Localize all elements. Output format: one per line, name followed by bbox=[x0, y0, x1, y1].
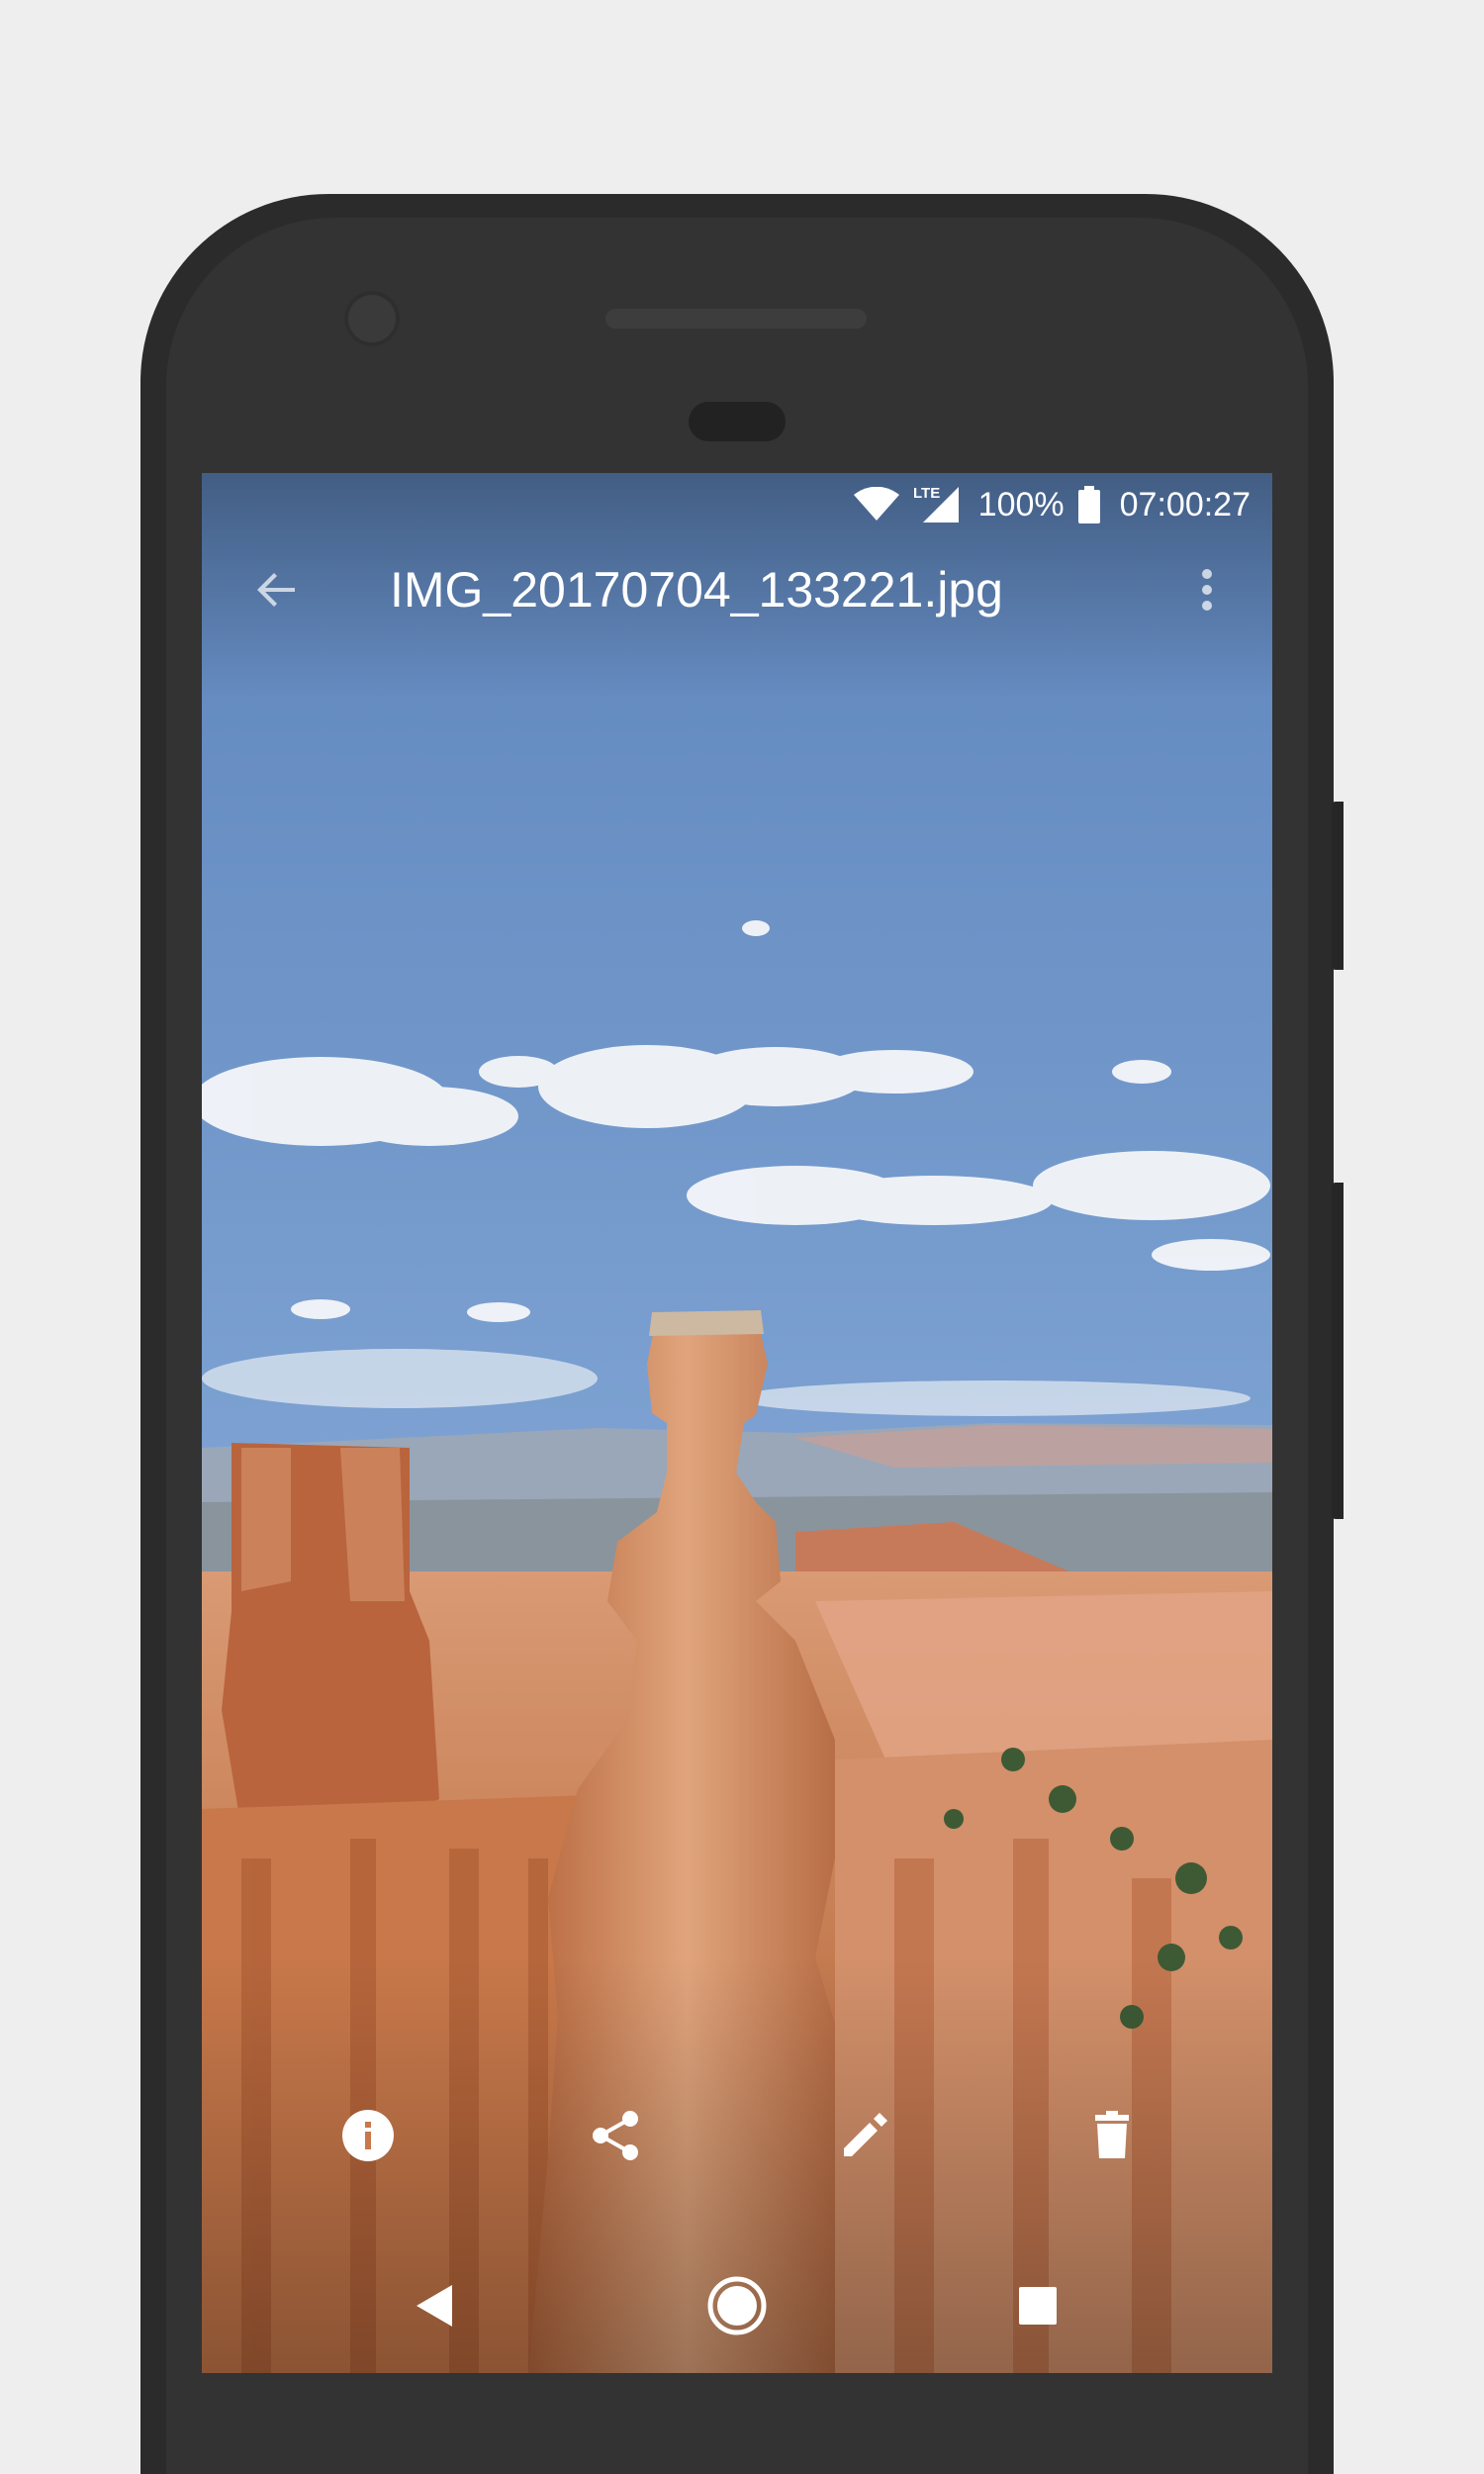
earpiece-speaker bbox=[605, 309, 867, 329]
nav-recents-icon bbox=[1019, 2287, 1057, 2325]
page: LTE 100% 07:00:27 IMG_20170704_133221.jp… bbox=[0, 0, 1484, 2474]
arrow-back-icon bbox=[257, 573, 295, 607]
app-bar: IMG_20170704_133221.jpg bbox=[202, 546, 1272, 631]
more-vert-icon bbox=[1202, 569, 1212, 611]
front-camera bbox=[344, 291, 400, 346]
more-options-button[interactable] bbox=[1177, 560, 1237, 619]
battery-percent: 100% bbox=[977, 485, 1065, 523]
wifi-icon bbox=[853, 487, 899, 523]
svg-text:LTE: LTE bbox=[913, 485, 940, 502]
share-icon bbox=[593, 2111, 638, 2160]
nav-back-icon bbox=[417, 2285, 452, 2327]
edit-button[interactable] bbox=[835, 2106, 894, 2165]
info-button[interactable] bbox=[338, 2106, 398, 2165]
system-nav-bar bbox=[202, 2254, 1272, 2353]
power-button bbox=[1332, 802, 1344, 970]
battery-icon bbox=[1077, 486, 1100, 523]
back-button[interactable] bbox=[247, 560, 307, 619]
status-time: 07:00:27 bbox=[1119, 485, 1251, 523]
nav-home-button[interactable] bbox=[702, 2274, 772, 2337]
signal-icon: LTE bbox=[913, 485, 961, 524]
nav-recents-button[interactable] bbox=[1003, 2274, 1072, 2337]
photo-action-bar bbox=[202, 2096, 1272, 2175]
info-icon bbox=[342, 2110, 394, 2161]
screen: LTE 100% 07:00:27 IMG_20170704_133221.jp… bbox=[202, 473, 1272, 2373]
edit-icon bbox=[844, 2113, 887, 2156]
nav-home-icon bbox=[707, 2276, 767, 2335]
nav-back-button[interactable] bbox=[400, 2274, 469, 2337]
status-bar: LTE 100% 07:00:27 bbox=[202, 473, 1272, 536]
proximity-sensor bbox=[689, 402, 786, 441]
volume-button bbox=[1332, 1183, 1344, 1519]
image-filename-title: IMG_20170704_133221.jpg bbox=[390, 562, 1003, 618]
share-button[interactable] bbox=[586, 2106, 645, 2165]
delete-button[interactable] bbox=[1082, 2106, 1142, 2165]
delete-icon bbox=[1095, 2111, 1129, 2158]
